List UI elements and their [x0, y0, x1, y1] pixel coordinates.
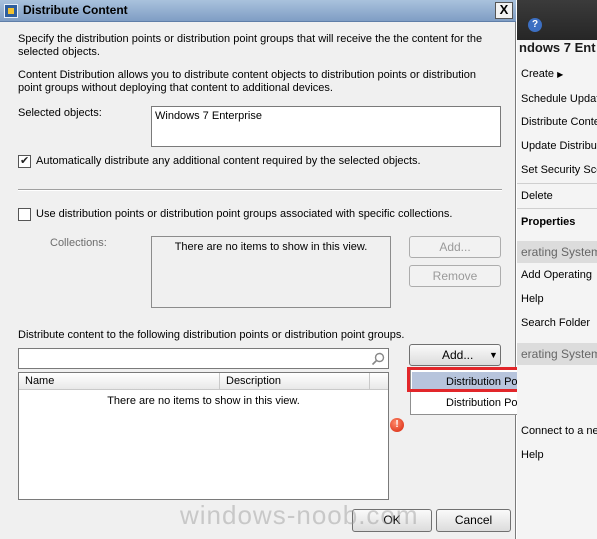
collections-list: There are no items to show in this view.: [151, 236, 391, 308]
collections-label: Collections:: [50, 237, 107, 249]
auto-distribute-checkbox[interactable]: [18, 154, 31, 168]
task-group-header: erating System: [517, 241, 597, 263]
search-input[interactable]: [18, 348, 389, 369]
dialog-title: Distribute Content: [23, 3, 128, 17]
task-delete[interactable]: Delete: [521, 190, 553, 202]
cancel-button[interactable]: Cancel: [436, 509, 511, 532]
task-schedule-updates[interactable]: Schedule Updat: [521, 93, 597, 105]
task-connect[interactable]: Connect to a ne: [521, 425, 597, 437]
tasks-pane: ? ndows 7 Ent Create ▶ Schedule Updat Di…: [517, 0, 597, 539]
tasks-header: ?: [517, 0, 597, 40]
error-icon: !: [390, 418, 404, 432]
task-help-2[interactable]: Help: [521, 449, 544, 461]
search-icon[interactable]: [371, 352, 385, 366]
task-help[interactable]: Help: [521, 293, 544, 305]
chevron-right-icon: ▶: [557, 70, 564, 79]
intro-text: Specify the distribution points or distr…: [18, 33, 483, 58]
help-icon[interactable]: ?: [528, 18, 542, 32]
watermark: windows-noob.com: [180, 500, 419, 530]
distribution-points-list[interactable]: Name Description There are no items to s…: [18, 372, 389, 500]
column-header-description[interactable]: Description: [220, 373, 370, 389]
divider: [18, 189, 502, 191]
list-empty-text: There are no items to show in this view.: [107, 395, 300, 407]
task-set-security-scopes[interactable]: Set Security Sco: [521, 164, 597, 176]
use-collections-label: Use distribution points or distribution …: [36, 208, 453, 220]
task-search-folder[interactable]: Search Folder: [521, 317, 590, 329]
column-header-name[interactable]: Name: [19, 373, 220, 389]
app-icon: [4, 4, 18, 18]
distribute-to-label: Distribute content to the following dist…: [18, 329, 405, 341]
selected-objects-label: Selected objects:: [18, 107, 102, 119]
info-text: Content Distribution allows you to distr…: [18, 69, 476, 94]
collections-empty-text: There are no items to show in this view.: [174, 241, 368, 253]
task-distribute-content[interactable]: Distribute Conte: [521, 116, 597, 128]
dropdown-arrow-icon: ▼: [489, 350, 498, 360]
dialog-titlebar[interactable]: Distribute Content X: [0, 0, 516, 22]
task-create[interactable]: Create ▶: [521, 68, 563, 80]
selected-object-value: Windows 7 Enterprise: [155, 110, 262, 122]
auto-distribute-label: Automatically distribute any additional …: [36, 155, 421, 167]
add-dropdown-button[interactable]: Add... ▼: [409, 344, 501, 366]
task-group-header-2: erating System: [517, 343, 597, 365]
selected-objects-field[interactable]: Windows 7 Enterprise: [151, 106, 501, 147]
add-dropdown-label: Add...: [442, 348, 474, 362]
list-header: Name Description: [19, 373, 388, 390]
task-properties[interactable]: Properties: [521, 216, 575, 228]
add-collection-button[interactable]: Add...: [409, 236, 501, 258]
use-collections-checkbox[interactable]: [18, 208, 31, 221]
task-update-distribution[interactable]: Update Distribu: [521, 140, 597, 152]
task-add-operating-system[interactable]: Add Operating: [521, 269, 592, 281]
remove-collection-button[interactable]: Remove: [409, 265, 501, 287]
tasks-object-title: ndows 7 Ent: [519, 40, 596, 55]
distribute-content-dialog: Distribute Content X Specify the distrib…: [0, 0, 516, 539]
close-icon[interactable]: X: [495, 2, 513, 19]
